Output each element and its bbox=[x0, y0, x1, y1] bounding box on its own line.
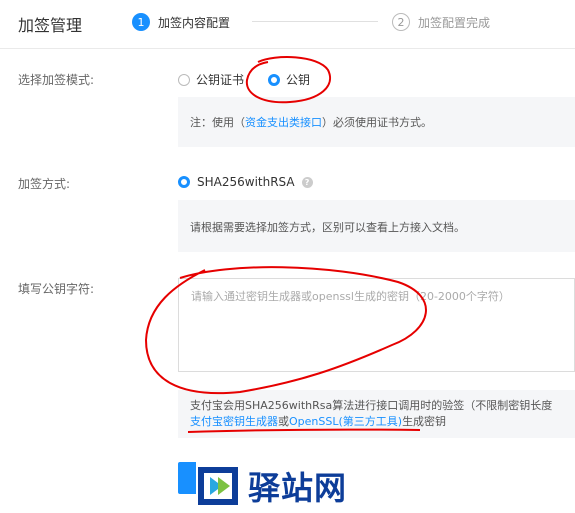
info-or: 或 bbox=[278, 415, 289, 428]
openssl-link[interactable]: OpenSSL(第三方工具) bbox=[289, 415, 402, 428]
mode-note-prefix: 注：使用（ bbox=[190, 116, 245, 129]
watermark-text: 驿站网 bbox=[248, 469, 348, 507]
mode-label: 选择加签模式: bbox=[18, 73, 95, 87]
key-generator-link[interactable]: 支付宝密钥生成器 bbox=[190, 415, 278, 428]
radio-publickey-button[interactable] bbox=[268, 73, 280, 86]
watermark-logo: 驿站网 bbox=[196, 459, 386, 513]
public-key-input[interactable] bbox=[178, 278, 575, 372]
method-note: 请根据需要选择加签方式，区别可以查看上方接入文档。 bbox=[178, 200, 575, 252]
step-connector bbox=[252, 21, 378, 22]
radio-option-cert[interactable]: 公钥证书 bbox=[178, 71, 244, 88]
public-key-label: 填写公钥字符: bbox=[18, 282, 95, 296]
step-2-label: 加签配置完成 bbox=[418, 16, 491, 30]
radio-sha256-label: SHA256withRSA bbox=[197, 175, 295, 189]
help-icon[interactable]: ? bbox=[301, 176, 313, 188]
info-line-2: 支付宝密钥生成器或OpenSSL(第三方工具)生成密钥 bbox=[190, 414, 563, 430]
radio-publickey-label: 公钥 bbox=[286, 73, 311, 87]
page-title: 加签管理 bbox=[18, 16, 83, 35]
method-label: 加签方式: bbox=[18, 177, 71, 191]
step-2-indicator: 2 bbox=[392, 13, 410, 31]
info-suffix: 生成密钥 bbox=[402, 415, 447, 428]
step-1-label: 加签内容配置 bbox=[158, 16, 231, 30]
radio-option-sha256[interactable]: SHA256withRSA ? bbox=[178, 175, 313, 189]
watermark-logo-icon bbox=[198, 467, 238, 505]
step-1-indicator: 1 bbox=[132, 13, 150, 31]
radio-sha256-button[interactable] bbox=[178, 176, 190, 188]
radio-cert-label: 公钥证书 bbox=[196, 73, 245, 87]
radio-cert-button[interactable] bbox=[178, 73, 190, 86]
info-line-1: 支付宝会用SHA256withRsa算法进行接口调用时的验签（不限制密钥长度 bbox=[190, 399, 553, 412]
radio-option-publickey[interactable]: 公钥 bbox=[268, 71, 310, 88]
fund-api-link[interactable]: 资金支出类接口 bbox=[245, 116, 322, 129]
mode-note-suffix: ）必须使用证书方式。 bbox=[322, 116, 432, 129]
mode-note: 注：使用（资金支出类接口）必须使用证书方式。 bbox=[178, 97, 575, 147]
header-divider bbox=[0, 48, 575, 49]
info-box: 支付宝会用SHA256withRsa算法进行接口调用时的验签（不限制密钥长度 支… bbox=[178, 390, 575, 438]
